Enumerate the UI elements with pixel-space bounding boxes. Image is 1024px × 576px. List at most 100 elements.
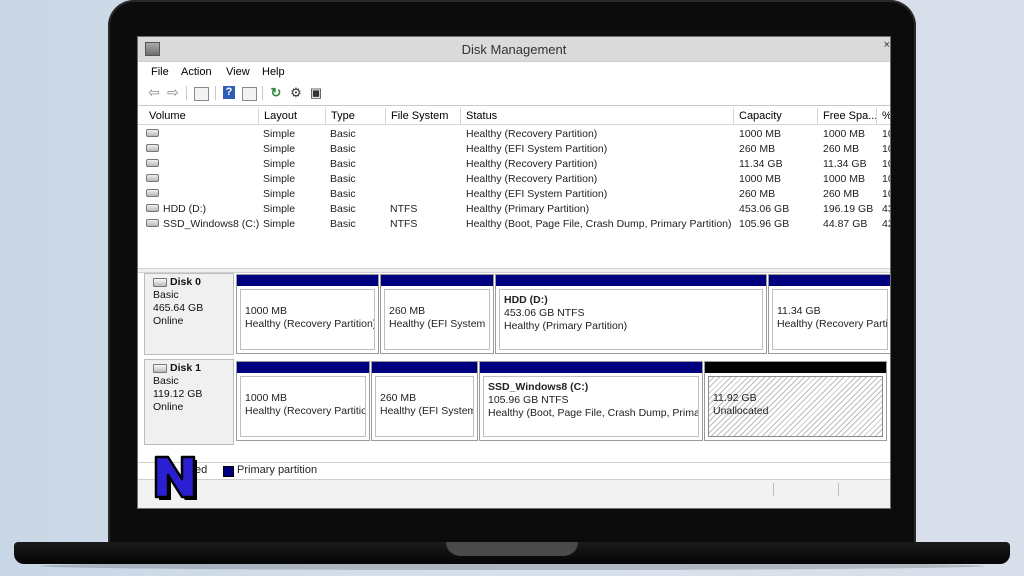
disk-1-partition-2[interactable]: 260 MB Healthy (EFI System: [371, 361, 478, 441]
help-icon[interactable]: ?: [223, 86, 235, 99]
cell-pct: 10: [882, 173, 890, 185]
primary-partition-swatch: [223, 466, 234, 477]
properties-icon[interactable]: [194, 87, 209, 101]
disk-1-partition-1[interactable]: 1000 MB Healthy (Recovery Partitio: [236, 361, 370, 441]
cell-layout: Simple: [263, 203, 296, 215]
disk-1-size: 119.12 GB: [153, 388, 203, 400]
partition-size: 260 MB: [389, 305, 426, 317]
volume-icon: [146, 159, 159, 168]
primary-partition-bar: [769, 275, 890, 286]
table-row[interactable]: Simple Basic Healthy (Recovery Partition) 1…: [138, 157, 890, 172]
volume-list: Volume Layout Type File System Status Ca…: [138, 107, 890, 267]
disk-icon: [153, 278, 167, 287]
disk-map: Disk 0 Basic 465.64 GB Online 1000 MB He…: [138, 273, 890, 461]
cell-type: Basic: [330, 158, 356, 170]
cell-capacity: 260 MB: [739, 188, 776, 200]
partition-size: 11.34 GB: [777, 305, 821, 317]
refresh-icon[interactable]: ↻: [268, 85, 284, 100]
menu-action[interactable]: Action: [181, 66, 212, 78]
partition-status: Healthy (Recovery Partitio: [245, 405, 366, 417]
toolbar-separator: [215, 86, 216, 100]
partition-size: 453.06 GB NTFS: [504, 307, 585, 319]
disk-0-partition-2[interactable]: 260 MB Healthy (EFI System P: [380, 274, 494, 354]
unallocated-bar: [705, 362, 886, 373]
status-pane-divider: [838, 483, 839, 496]
cell-capacity: 105.96 GB: [739, 218, 790, 230]
volume-icon: [146, 129, 159, 138]
cell-free: 1000 MB: [823, 128, 866, 140]
disk-0-label[interactable]: Disk 0 Basic 465.64 GB Online: [144, 273, 234, 355]
partition-status: Healthy (EFI System: [380, 405, 474, 417]
cell-capacity: 260 MB: [739, 143, 776, 155]
cell-capacity: 453.06 GB: [739, 203, 790, 215]
disk-0-partition-1[interactable]: 1000 MB Healthy (Recovery Partition): [236, 274, 379, 354]
disk-0-size: 465.64 GB: [153, 302, 204, 314]
volume-icon: [146, 174, 159, 183]
column-capacity[interactable]: Capacity: [734, 108, 818, 124]
cell-capacity: 1000 MB: [739, 173, 782, 185]
cell-layout: Simple: [263, 158, 296, 170]
laptop-notch: [446, 542, 578, 556]
cell-free: 44.87 GB: [823, 218, 868, 230]
disk-0-partition-4[interactable]: 11.34 GB Healthy (Recovery Partiti: [768, 274, 890, 354]
toolbar-separator: [186, 86, 187, 100]
partition-status: Healthy (Primary Partition): [504, 320, 628, 332]
disk-1-label[interactable]: Disk 1 Basic 119.12 GB Online: [144, 359, 234, 445]
cell-layout: Simple: [263, 188, 296, 200]
column-percent-free[interactable]: %: [877, 108, 890, 124]
rescan-disk-icon[interactable]: ▣: [308, 85, 324, 100]
column-free-space[interactable]: Free Spa...: [818, 108, 877, 124]
partition-size: 105.96 GB NTFS: [488, 394, 569, 406]
cell-status: Healthy (Recovery Partition): [466, 173, 598, 185]
cell-type: Basic: [330, 128, 356, 140]
cell-pct: 10: [882, 143, 890, 155]
settings-icon[interactable]: ⚙: [288, 85, 304, 100]
cell-pct: 10: [882, 128, 890, 140]
disk-management-window: Disk Management × File Action View Help …: [137, 36, 891, 509]
table-row[interactable]: HDD (D:) Simple Basic NTFS Healthy (Primary …: [138, 202, 890, 217]
disk-0-partition-hdd-d[interactable]: HDD (D:) 453.06 GB NTFS Healthy (Primary…: [495, 274, 767, 354]
menu-file[interactable]: File: [151, 66, 169, 78]
partition-status: Healthy (Recovery Partiti: [777, 318, 888, 330]
toolbar-separator: [262, 86, 263, 100]
disk-1-name: Disk 1: [170, 362, 201, 374]
primary-partition-bar: [237, 275, 378, 286]
cell-pct: 10: [882, 188, 890, 200]
disk-1-unallocated-space[interactable]: 11.92 GB Unallocated: [704, 361, 887, 441]
table-row[interactable]: SSD_Windows8 (C:) Simple Basic NTFS Healthy …: [138, 217, 890, 232]
cell-type: Basic: [330, 143, 356, 155]
partition-size: 1000 MB: [245, 392, 288, 404]
cell-volume: [146, 187, 163, 202]
primary-partition-bar: [237, 362, 369, 373]
menu-help[interactable]: Help: [262, 66, 285, 78]
table-row[interactable]: Simple Basic Healthy (Recovery Partition) 1…: [138, 127, 890, 142]
table-row[interactable]: Simple Basic Healthy (Recovery Partition) 1…: [138, 172, 890, 187]
cell-status: Healthy (Recovery Partition): [466, 158, 598, 170]
cell-volume: [146, 142, 163, 157]
toolbar: ⇦ ⇨ ? ↻ ⚙ ▣: [138, 81, 890, 106]
table-row[interactable]: Simple Basic Healthy (EFI System Partition…: [138, 142, 890, 157]
cell-status: Healthy (EFI System Partition): [466, 143, 608, 155]
column-type[interactable]: Type: [326, 108, 386, 124]
column-volume[interactable]: Volume: [144, 108, 259, 124]
column-status[interactable]: Status: [461, 108, 734, 124]
cell-type: Basic: [330, 188, 356, 200]
volume-list-header: Volume Layout Type File System Status Ca…: [138, 108, 890, 125]
volume-icon: [146, 204, 159, 213]
menu-view[interactable]: View: [226, 66, 250, 78]
cell-status: Healthy (Boot, Page File, Crash Dump, Pr…: [466, 218, 732, 230]
legend-primary-partition-label: Primary partition: [237, 464, 318, 476]
table-row[interactable]: Simple Basic Healthy (EFI System Partition…: [138, 187, 890, 202]
forward-arrow-icon[interactable]: ⇨: [165, 85, 181, 100]
disk-0-state: Online: [153, 315, 184, 327]
list-view-icon[interactable]: [242, 87, 257, 101]
disk-1-partition-ssd-c[interactable]: SSD_Windows8 (C:) 105.96 GB NTFS Healthy…: [479, 361, 703, 441]
back-arrow-icon[interactable]: ⇦: [146, 85, 162, 100]
legend-bar: ted Primary partition: [138, 462, 890, 479]
close-icon[interactable]: ×: [884, 39, 890, 51]
cell-volume: SSD_Windows8 (C:): [146, 217, 259, 232]
column-layout[interactable]: Layout: [259, 108, 326, 124]
column-file-system[interactable]: File System: [386, 108, 461, 124]
partition-size: 260 MB: [380, 392, 417, 404]
volume-icon: [146, 144, 159, 153]
